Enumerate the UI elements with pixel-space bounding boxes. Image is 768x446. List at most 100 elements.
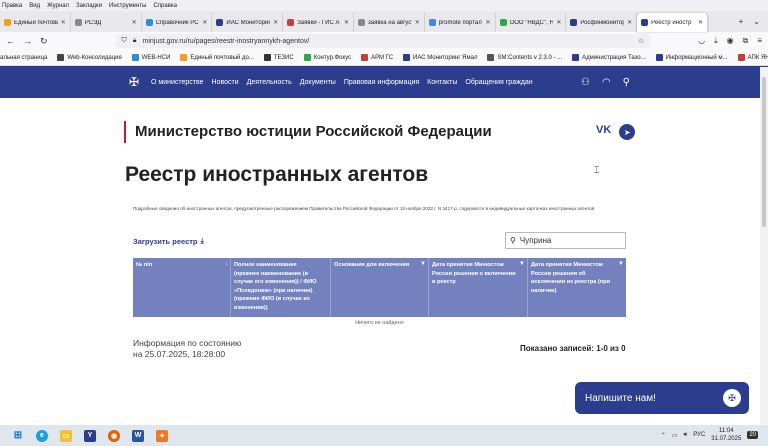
eye-icon[interactable]: ◠: [602, 77, 611, 88]
windows-start-icon[interactable]: ⊞: [12, 430, 24, 442]
close-icon[interactable]: ✕: [698, 19, 703, 26]
menu-edit[interactable]: Правка: [2, 3, 22, 9]
search-icon: ⚲: [510, 236, 516, 245]
toolbar-icons: ◡ ⤓ ◉ ⧉ ≡: [698, 36, 762, 46]
tab-favicon-icon: [499, 19, 507, 26]
close-icon[interactable]: ✕: [556, 19, 561, 26]
scrollbar-thumb[interactable]: [762, 77, 766, 227]
bookmark-item[interactable]: Контур.Фокус: [303, 54, 351, 61]
bookmark-item[interactable]: Единый почтовый до...: [180, 54, 254, 61]
new-tab-icon[interactable]: +: [739, 17, 744, 26]
nav-documents[interactable]: Документы: [300, 79, 336, 86]
bookmark-item[interactable]: Web-Консолидация: [57, 54, 122, 61]
bookmark-item[interactable]: АРМ ГС: [361, 54, 393, 61]
lock-icon[interactable]: 🔒︎: [133, 37, 137, 45]
word-icon[interactable]: W: [132, 429, 144, 442]
sort-icon: ↓: [225, 261, 228, 267]
edge-icon[interactable]: e: [36, 429, 48, 442]
notifications-badge[interactable]: 20: [747, 431, 758, 439]
user-icon[interactable]: ⚇: [581, 77, 590, 88]
back-icon[interactable]: ←: [6, 36, 15, 46]
menu-history[interactable]: Журнал: [47, 3, 69, 9]
network-icon[interactable]: ▭: [672, 432, 678, 439]
download-registry-button[interactable]: Загрузить реестр ⤓: [133, 236, 204, 246]
col-name[interactable]: Полное наименование (прежнее наименовани…: [231, 258, 331, 317]
bookmark-item[interactable]: ТЕЗИС: [263, 54, 294, 61]
close-icon[interactable]: ✕: [132, 19, 137, 26]
tab-label: Реестр иностр: [651, 19, 692, 26]
site-nav-icons: ⚇ ◠ ⚲: [581, 77, 630, 88]
nav-activity[interactable]: Деятельность: [247, 79, 292, 86]
browser-tab[interactable]: ИАС Мониторинг ✕: [212, 13, 284, 32]
col-basis[interactable]: Основания для включения ▼: [331, 258, 429, 317]
menu-bookmarks[interactable]: Закладки: [76, 3, 102, 9]
close-icon[interactable]: ✕: [273, 19, 278, 26]
nav-legal[interactable]: Правовая информация: [344, 79, 419, 86]
bookmark-item[interactable]: SM:Contents v 2.3.0 - ...: [487, 54, 562, 61]
url-bar[interactable]: ⛉ 🔒︎ minjust.gov.ru/ru/pages/reestr-inos…: [115, 34, 651, 48]
browser-tab[interactable]: promote портал ✕: [425, 13, 496, 32]
tab-list-icon[interactable]: ⌄: [753, 17, 760, 26]
chat-emblem-icon: ✠: [723, 389, 741, 407]
emblem-icon[interactable]: ✠: [127, 75, 141, 89]
yandex-browser-icon[interactable]: Y: [84, 429, 96, 442]
forward-icon[interactable]: →: [23, 36, 32, 46]
close-icon[interactable]: ✕: [415, 19, 420, 26]
tab-favicon-icon: [357, 19, 365, 26]
vk-icon[interactable]: VK: [596, 124, 611, 140]
bookmark-item[interactable]: альная страница: [0, 55, 47, 61]
nav-about[interactable]: О министерстве: [151, 79, 204, 86]
volume-icon[interactable]: 🔊︎: [683, 432, 687, 439]
bookmark-item[interactable]: Информационный м...: [655, 54, 728, 61]
browser-tab[interactable]: Единый почтовый✕: [0, 13, 71, 32]
bookmark-item[interactable]: АПК ЯНАО: [737, 54, 768, 61]
close-icon[interactable]: ✕: [202, 19, 207, 26]
shield-icon[interactable]: ⛉: [122, 37, 127, 45]
firefox-icon[interactable]: ◉: [108, 429, 120, 442]
nav-contacts[interactable]: Контакты: [427, 79, 457, 86]
close-icon[interactable]: ✕: [486, 19, 491, 26]
browser-tab[interactable]: Заявки - ГИС А ✕: [283, 13, 354, 32]
browser-tab[interactable]: Справочник РС ✕: [142, 13, 213, 32]
browser-tab[interactable]: заявка на август 25✕: [354, 13, 425, 32]
download-icon[interactable]: ⤓: [714, 36, 718, 46]
pocket-icon[interactable]: ◡: [698, 36, 705, 46]
browser-tab[interactable]: Росфинмонитори ✕: [566, 13, 638, 32]
browser-tab[interactable]: Реестр иностр ✕: [637, 13, 708, 32]
search-icon[interactable]: ⚲: [623, 77, 630, 88]
registry-search[interactable]: ⚲: [505, 232, 626, 249]
browser-tab[interactable]: РСЭД ✕: [71, 13, 142, 32]
close-icon[interactable]: ✕: [344, 19, 349, 26]
menu-tools[interactable]: Инструменты: [109, 3, 146, 9]
menu-icon[interactable]: ≡: [757, 36, 762, 46]
bookmark-item[interactable]: ИАС Мониторинг Ямал: [403, 54, 477, 61]
search-input[interactable]: [519, 236, 615, 245]
registry-table-header: № п/п ↓ Полное наименование (прежнее наим…: [133, 258, 626, 317]
bookmark-favicon-icon: [403, 54, 411, 61]
bookmark-item[interactable]: WEB-НСИ: [131, 54, 170, 61]
app-icon[interactable]: ✦: [156, 429, 168, 442]
language-indicator[interactable]: РУС: [693, 432, 705, 438]
reload-icon[interactable]: ↻: [40, 36, 48, 47]
file-explorer-icon[interactable]: ▭: [60, 429, 72, 442]
chat-widget-button[interactable]: Напишите нам! ✠: [575, 382, 749, 414]
telegram-icon[interactable]: ➤: [619, 124, 636, 140]
col-exclusion-date[interactable]: Дата принятия Минюстом России решения об…: [528, 258, 626, 317]
col-number[interactable]: № п/п ↓: [133, 258, 231, 317]
bookmark-item[interactable]: Администрация Тазо...: [572, 54, 646, 61]
page-scrollbar[interactable]: [760, 67, 768, 425]
extensions-icon[interactable]: ⧉: [743, 36, 749, 46]
account-icon[interactable]: ◉: [727, 36, 734, 46]
col-inclusion-date[interactable]: Дата принятия Минюстом России решения о …: [429, 258, 528, 317]
nav-news[interactable]: Новости: [212, 79, 239, 86]
bookmark-label: ИАС Мониторинг Ямал: [413, 54, 478, 61]
nav-appeals[interactable]: Обращения граждан: [465, 79, 532, 86]
menu-help[interactable]: Справка: [153, 3, 177, 9]
star-icon[interactable]: ☆: [638, 37, 644, 45]
close-icon[interactable]: ✕: [61, 19, 66, 26]
browser-tab[interactable]: ООО "НВДС", Н ✕: [496, 13, 567, 32]
menu-view[interactable]: Вид: [29, 3, 40, 9]
close-icon[interactable]: ✕: [627, 19, 632, 26]
clock[interactable]: 11:04 31.07.2025: [711, 427, 741, 443]
chevron-up-icon[interactable]: ⌃: [661, 432, 666, 439]
